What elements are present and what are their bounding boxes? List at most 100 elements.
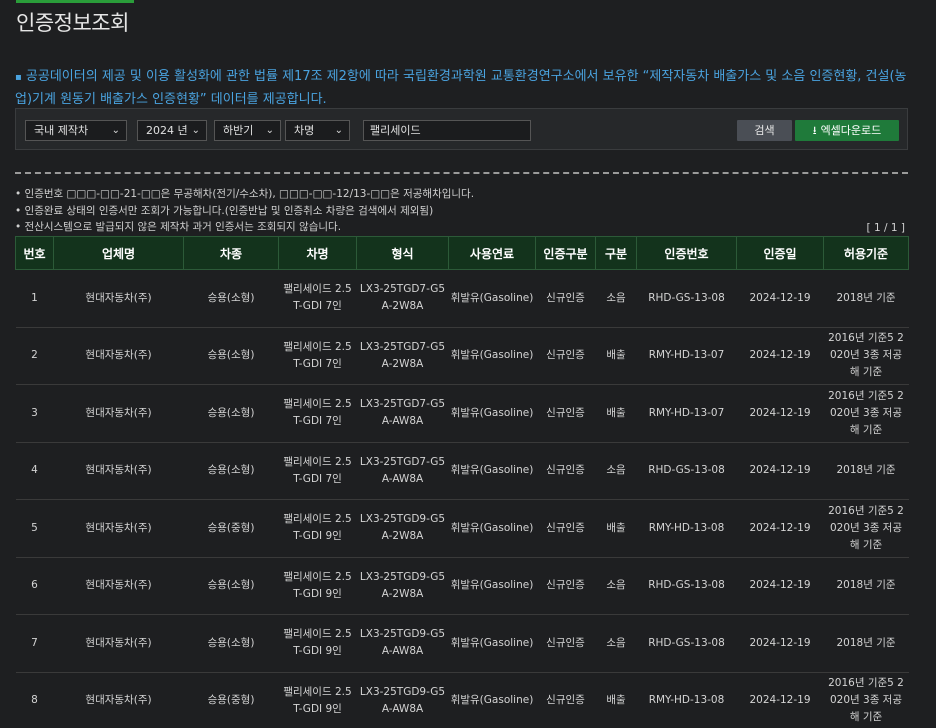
cell-fuel: 휘발유(Gasoline): [448, 499, 536, 558]
column-header-company: 업체명: [53, 236, 184, 270]
notice-item: • 인증완료 상태의 인증서만 조회가 가능합니다.(인증반납 및 인증취소 차…: [15, 204, 434, 217]
cell-fuel: 휘발유(Gasoline): [448, 327, 536, 385]
cell-cert-type: 신규인증: [535, 384, 596, 443]
column-header-vehicle-type: 차종: [183, 236, 279, 270]
year-select-value: 2024 년: [146, 124, 188, 137]
year-select[interactable]: 2024 년 ⌄: [137, 120, 207, 141]
table-row[interactable]: 2 현대자동차(주) 승용(소형) 팰리세이드 2.5T-GDI 7인 LX3-25TG…: [15, 327, 909, 385]
column-header-fuel: 사용연료: [448, 236, 536, 270]
column-header-model: 차명: [278, 236, 357, 270]
table-header-row: 번호 업체명 차종 차명 형식 사용연료 인증구분 구분 인증번호 인증일 허용기준: [15, 236, 909, 270]
table-row[interactable]: 1 현대자동차(주) 승용(소형) 팰리세이드 2.5T-GDI 7인 LX3-25TG…: [15, 269, 909, 328]
cell-vehicle-type: 승용(소형): [183, 327, 279, 385]
cell-format: LX3-25TGD7-G5A-AW8A: [356, 384, 449, 443]
cell-no: 3: [15, 384, 54, 443]
cell-cert-number: RMY-HD-13-07: [636, 384, 737, 443]
cell-cert-date: 2024-12-19: [736, 384, 824, 443]
notice-item: • 인증번호 □□□-□□-21-□□은 무공해차(전기/수소차), □□□-□…: [15, 188, 475, 200]
cell-cert-type: 신규인증: [535, 327, 596, 385]
cell-model: 팰리세이드 2.5T-GDI 9인: [278, 557, 357, 615]
cell-cert-type: 신규인증: [535, 269, 596, 328]
category-select[interactable]: 국내 제작차 ⌄: [25, 120, 127, 141]
cell-model: 팰리세이드 2.5T-GDI 9인: [278, 672, 357, 728]
cell-cert-date: 2024-12-19: [736, 327, 824, 385]
cell-cert-date: 2024-12-19: [736, 614, 824, 673]
excel-download-button[interactable]: ⭳ 엑셀다운로드: [795, 120, 899, 141]
cell-category: 소음: [595, 269, 637, 328]
cell-company: 현대자동차(주): [53, 327, 184, 385]
excel-download-label: 엑셀다운로드: [820, 124, 882, 137]
cell-standard: 2016년 기준5 2020년 3종 저공해 기준: [823, 672, 909, 728]
cell-company: 현대자동차(주): [53, 499, 184, 558]
notice-item: • 전산시스템으로 발급되지 않은 제작차 과거 인증서는 조회되지 않습니다.: [15, 221, 342, 233]
cell-no: 2: [15, 327, 54, 385]
table-row[interactable]: 5 현대자동차(주) 승용(중형) 팰리세이드 2.5T-GDI 9인 LX3-25TG…: [15, 499, 909, 558]
cell-category: 소음: [595, 557, 637, 615]
notice-text: 인증번호 □□□-□□-21-□□은 무공해차(전기/수소차), □□□-□□-…: [24, 188, 475, 200]
cell-cert-date: 2024-12-19: [736, 557, 824, 615]
chevron-down-icon: ⌄: [191, 125, 200, 136]
cell-no: 7: [15, 614, 54, 673]
chevron-down-icon: ⌄: [265, 125, 274, 136]
cell-vehicle-type: 승용(소형): [183, 442, 279, 500]
cell-vehicle-type: 승용(소형): [183, 269, 279, 328]
cell-cert-type: 신규인증: [535, 672, 596, 728]
table-row[interactable]: 8 현대자동차(주) 승용(중형) 팰리세이드 2.5T-GDI 9인 LX3-25TG…: [15, 672, 909, 728]
half-select[interactable]: 하반기 ⌄: [214, 120, 281, 141]
cell-format: LX3-25TGD7-G5A-AW8A: [356, 442, 449, 500]
cell-category: 배출: [595, 672, 637, 728]
bullet-icon: ▪: [15, 72, 22, 83]
cell-model: 팰리세이드 2.5T-GDI 7인: [278, 384, 357, 443]
cell-category: 소음: [595, 442, 637, 500]
cell-cert-number: RMY-HD-13-07: [636, 327, 737, 385]
cell-cert-type: 신규인증: [535, 557, 596, 615]
table-row[interactable]: 7 현대자동차(주) 승용(소형) 팰리세이드 2.5T-GDI 9인 LX3-25TG…: [15, 614, 909, 673]
table-body: 1 현대자동차(주) 승용(소형) 팰리세이드 2.5T-GDI 7인 LX3-25TG…: [15, 269, 909, 728]
search-input[interactable]: 팰리세이드: [363, 120, 531, 141]
cell-cert-type: 신규인증: [535, 499, 596, 558]
cell-standard: 2018년 기준: [823, 557, 909, 615]
cell-cert-number: RHD-GS-13-08: [636, 269, 737, 328]
notice-list: • 인증번호 □□□-□□-21-□□은 무공해차(전기/수소차), □□□-□…: [15, 186, 908, 236]
cell-category: 소음: [595, 614, 637, 673]
cell-format: LX3-25TGD9-G5A-AW8A: [356, 672, 449, 728]
cell-no: 1: [15, 269, 54, 328]
table-row[interactable]: 3 현대자동차(주) 승용(소형) 팰리세이드 2.5T-GDI 7인 LX3-25TG…: [15, 384, 909, 443]
cell-cert-number: RHD-GS-13-08: [636, 442, 737, 500]
cell-model: 팰리세이드 2.5T-GDI 9인: [278, 614, 357, 673]
cell-no: 8: [15, 672, 54, 728]
download-icon: ⭳: [812, 124, 817, 137]
cell-standard: 2018년 기준: [823, 614, 909, 673]
page-title: 인증정보조회: [16, 11, 129, 35]
intro-body: 공공데이터의 제공 및 이용 활성화에 관한 법률 제17조 제2항에 따라 국…: [15, 69, 907, 107]
cell-standard: 2016년 기준5 2020년 3종 저공해 기준: [823, 499, 909, 558]
cell-vehicle-type: 승용(중형): [183, 499, 279, 558]
cell-no: 6: [15, 557, 54, 615]
notice-text: 인증완료 상태의 인증서만 조회가 가능합니다.(인증반납 및 인증취소 차량은…: [24, 204, 434, 217]
cell-vehicle-type: 승용(중형): [183, 672, 279, 728]
cell-fuel: 휘발유(Gasoline): [448, 672, 536, 728]
column-header-format: 형식: [356, 236, 449, 270]
cell-format: LX3-25TGD9-G5A-2W8A: [356, 499, 449, 558]
intro-text: ▪ 공공데이터의 제공 및 이용 활성화에 관한 법률 제17조 제2항에 따라…: [15, 66, 923, 111]
cell-format: LX3-25TGD9-G5A-2W8A: [356, 557, 449, 615]
cell-category: 배출: [595, 327, 637, 385]
cell-cert-number: RHD-GS-13-08: [636, 614, 737, 673]
cell-vehicle-type: 승용(소형): [183, 384, 279, 443]
table-row[interactable]: 4 현대자동차(주) 승용(소형) 팰리세이드 2.5T-GDI 7인 LX3-25TG…: [15, 442, 909, 500]
field-select[interactable]: 차명 ⌄: [285, 120, 350, 141]
cell-standard: 2016년 기준5 2020년 3종 저공해 기준: [823, 327, 909, 385]
chevron-down-icon: ⌄: [111, 125, 120, 136]
cell-model: 팰리세이드 2.5T-GDI 7인: [278, 269, 357, 328]
page-indicator: [ 1 / 1 ]: [866, 222, 905, 234]
notice-text: 전산시스템으로 발급되지 않은 제작차 과거 인증서는 조회되지 않습니다.: [24, 221, 342, 233]
cell-standard: 2016년 기준5 2020년 3종 저공해 기준: [823, 384, 909, 443]
cell-vehicle-type: 승용(소형): [183, 557, 279, 615]
cell-vehicle-type: 승용(소형): [183, 614, 279, 673]
cell-standard: 2018년 기준: [823, 442, 909, 500]
cell-cert-date: 2024-12-19: [736, 442, 824, 500]
table-row[interactable]: 6 현대자동차(주) 승용(소형) 팰리세이드 2.5T-GDI 9인 LX3-25TG…: [15, 557, 909, 615]
cell-model: 팰리세이드 2.5T-GDI 7인: [278, 442, 357, 500]
search-button[interactable]: 검색: [737, 120, 792, 141]
cell-company: 현대자동차(주): [53, 269, 184, 328]
